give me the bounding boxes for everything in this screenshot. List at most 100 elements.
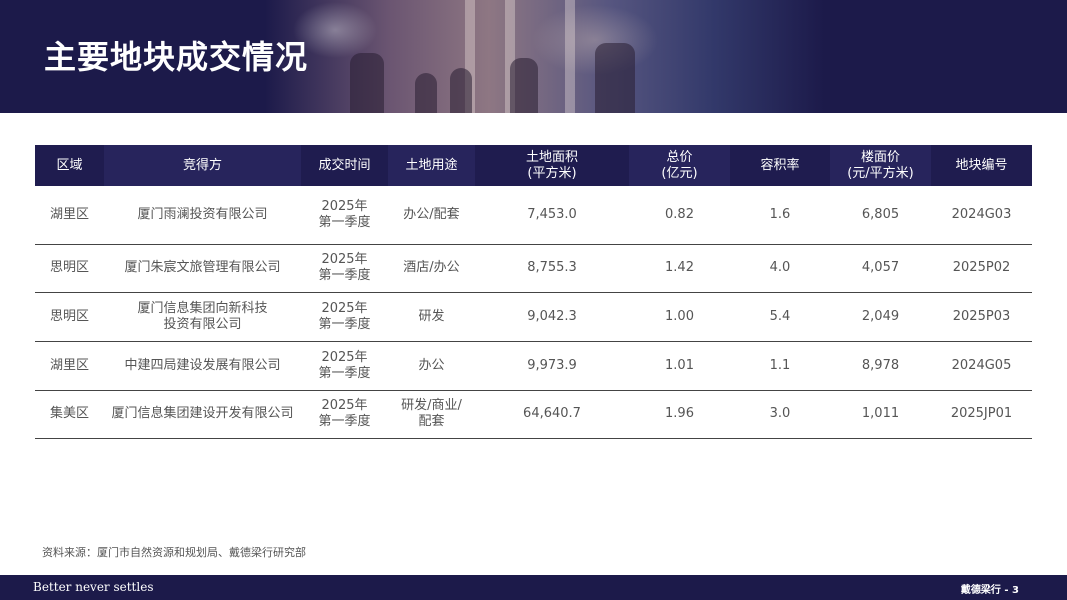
cell-text: 厦门信息集团向新科技: [137, 300, 268, 316]
cell-plot-ratio: 3.0: [730, 390, 830, 439]
cell-text: (亿元): [661, 165, 698, 181]
cell-text: 2025年: [321, 198, 368, 214]
cell-district: 湖里区: [35, 341, 104, 391]
cell-land-area: 7,453.0: [475, 186, 629, 245]
table-row: 思明区 厦门朱宸文旅管理有限公司 2025年 第一季度 酒店/办公 8,755.3 1.42…: [35, 244, 1032, 293]
cell-winning-bidder: 厦门信息集团向新科技 投资有限公司: [104, 292, 301, 342]
source-note: 资料来源：厦门市自然资源和规划局、戴德梁行研究部: [42, 546, 306, 559]
cell-land-use: 办公/配套: [388, 186, 475, 245]
cell-land-use: 研发/商业/配套: [388, 390, 475, 439]
cell-plot-ratio: 4.0: [730, 244, 830, 293]
table-header-row: 区域 竞得方 成交时间 土地用途 土地面积 (平方米) 总价 (亿元) 容积率 楼面价 (元/平方米…: [35, 145, 1032, 186]
cell-text: 楼面价: [860, 149, 900, 165]
cell-text: 1.42: [665, 260, 694, 275]
cell-text: 配套: [418, 414, 445, 429]
cell-text: 研发: [418, 308, 445, 324]
cell-land-area: 8,755.3: [475, 244, 629, 293]
photo-column: [565, 0, 575, 113]
cell-plot-ratio: 5.4: [730, 292, 830, 342]
cell-text: 厦门雨澜投资有限公司: [137, 206, 268, 222]
cell-text: 2,049: [861, 308, 900, 324]
cell-text: 3.0: [769, 406, 791, 421]
cell-text: 第一季度: [318, 214, 371, 230]
cell-text: 研发/商业/: [401, 398, 462, 413]
footer-brand: 戴德梁行: [960, 585, 1001, 596]
cell-winning-bidder: 厦门朱宸文旅管理有限公司: [104, 244, 301, 293]
cell-total-price: 1.42: [629, 244, 730, 293]
page-number-value: 3: [1012, 585, 1019, 596]
cell-winning-bidder: 厦门雨澜投资有限公司: [104, 186, 301, 245]
cell-text: 竞得方: [182, 157, 222, 173]
column-header-winning-bidder: 竞得方: [104, 145, 301, 186]
cell-text: 2025P02: [952, 260, 1011, 275]
cell-total-price: 0.82: [629, 186, 730, 245]
column-header-floor-price: 楼面价 (元/平方米): [830, 145, 931, 186]
cell-text: 4.0: [769, 260, 791, 275]
cell-text: 1.1: [769, 357, 791, 373]
cell-district: 集美区: [35, 390, 104, 439]
cell-text: 容积率: [760, 157, 800, 173]
cell-parcel-id: 2025P02: [931, 244, 1032, 293]
cell-text: 7,453.0: [527, 206, 577, 222]
cell-text: (平方米): [527, 165, 577, 181]
column-header-district: 区域: [35, 145, 104, 186]
cell-text: 第一季度: [318, 414, 371, 429]
photo-pedestrian: [450, 68, 472, 113]
photo-pedestrian: [415, 73, 437, 113]
cell-floor-price: 1,011: [830, 390, 931, 439]
table-row: 湖里区 中建四局建设发展有限公司 2025年 第一季度 办公 9,973.9 1.01 1.1…: [35, 341, 1032, 391]
cell-parcel-id: 2024G05: [931, 341, 1032, 391]
cell-text: 8,978: [861, 357, 900, 373]
cell-text: 投资有限公司: [163, 316, 242, 332]
header-banner: 主要地块成交情况: [0, 0, 1067, 113]
cell-total-price: 1.01: [629, 341, 730, 391]
cell-text: 1.96: [665, 406, 694, 421]
cell-text: 中建四局建设发展有限公司: [124, 357, 281, 373]
page-title: 主要地块成交情况: [44, 38, 309, 76]
column-header-land-use: 土地用途: [388, 145, 475, 186]
cell-text: 酒店/办公: [403, 260, 460, 275]
cell-land-area: 9,973.9: [475, 341, 629, 391]
cell-floor-price: 2,049: [830, 292, 931, 342]
column-header-total-price: 总价 (亿元): [629, 145, 730, 186]
cell-text: 1.01: [665, 357, 694, 373]
cell-text: 0.82: [665, 206, 694, 222]
photo-pedestrian: [595, 43, 635, 113]
cell-text: 2025JP01: [950, 406, 1013, 421]
cell-text: 64,640.7: [523, 406, 581, 421]
land-deals-table: 区域 竞得方 成交时间 土地用途 土地面积 (平方米) 总价 (亿元) 容积率 楼面价 (元/平方米…: [35, 145, 1032, 439]
cell-land-area: 64,640.7: [475, 390, 629, 439]
photo-pedestrian: [510, 58, 538, 113]
cell-deal-time: 2025年 第一季度: [301, 244, 388, 293]
cell-land-area: 9,042.3: [475, 292, 629, 342]
cell-text: 办公: [418, 357, 445, 373]
table-row: 湖里区 厦门雨澜投资有限公司 2025年 第一季度 办公/配套 7,453.0 0.82 1.…: [35, 186, 1032, 245]
cell-text: 总价: [666, 149, 693, 165]
cell-text: 1,011: [861, 406, 900, 421]
cell-winning-bidder: 厦门信息集团建设开发有限公司: [104, 390, 301, 439]
column-header-land-area: 土地面积 (平方米): [475, 145, 629, 186]
cell-text: 2025P03: [952, 308, 1011, 324]
cell-floor-price: 4,057: [830, 244, 931, 293]
table-row: 思明区 厦门信息集团向新科技 投资有限公司 2025年 第一季度 研发 9,042.3 1.0…: [35, 292, 1032, 342]
cell-text: 5.4: [769, 308, 791, 324]
cell-text: 第一季度: [318, 268, 371, 283]
cell-text: 4,057: [861, 260, 900, 275]
cell-text: 2025年: [321, 300, 368, 316]
cell-text: 9,042.3: [527, 308, 577, 324]
cell-floor-price: 6,805: [830, 186, 931, 245]
cell-text: 8,755.3: [527, 260, 577, 275]
cell-floor-price: 8,978: [830, 341, 931, 391]
cell-deal-time: 2025年 第一季度: [301, 186, 388, 245]
cell-text: (元/平方米): [847, 165, 914, 181]
cell-land-use: 办公: [388, 341, 475, 391]
footer-bar: Better never settles 戴德梁行 - 3: [0, 575, 1067, 600]
cell-deal-time: 2025年 第一季度: [301, 390, 388, 439]
cell-text: 1.00: [665, 308, 694, 324]
cell-total-price: 1.00: [629, 292, 730, 342]
cell-parcel-id: 2024G03: [931, 186, 1032, 245]
cell-plot-ratio: 1.6: [730, 186, 830, 245]
header-street-photo: [265, 0, 825, 113]
cell-text: 地块编号: [955, 157, 1008, 173]
footer-tagline: Better never settles: [33, 580, 154, 594]
